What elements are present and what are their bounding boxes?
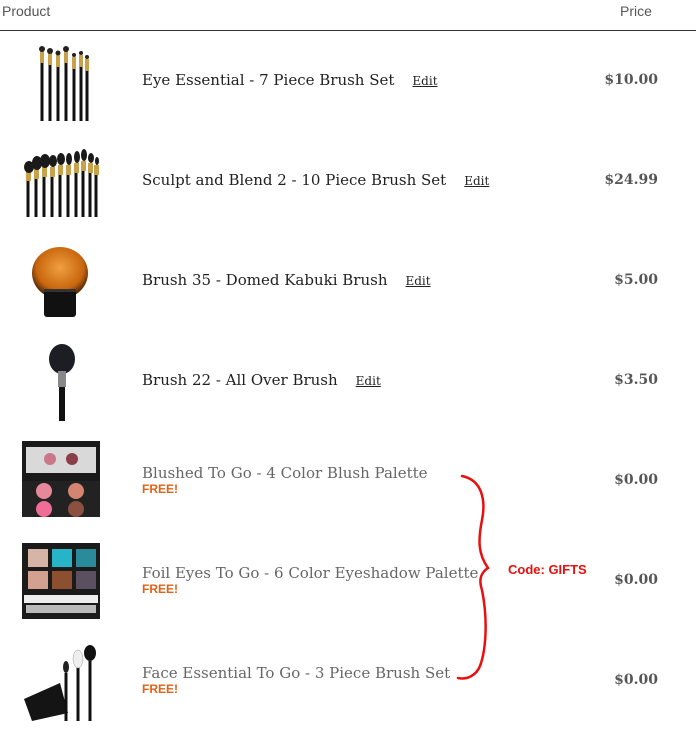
- edit-link[interactable]: Edit: [464, 174, 489, 188]
- product-price: $0.00: [614, 472, 658, 488]
- edit-link[interactable]: Edit: [405, 274, 430, 288]
- product-price: $5.00: [614, 272, 658, 288]
- cart-row: Blushed To Go - 4 Color Blush Palette FR…: [0, 431, 696, 531]
- cart-row: Brush 22 - All Over Brush Edit $3.50: [0, 331, 696, 431]
- product-column-header: Product: [2, 3, 51, 19]
- product-name[interactable]: Foil Eyes To Go - 6 Color Eyeshadow Pale…: [142, 564, 478, 582]
- brush-set-image: [39, 46, 89, 121]
- product-name[interactable]: Brush 35 - Domed Kabuki Brush Edit: [142, 271, 431, 289]
- price-column-header: Price: [620, 3, 652, 19]
- eyeshadow-palette-image: [22, 543, 100, 619]
- brush-set-image: [24, 149, 99, 217]
- cart-row: Face Essential To Go - 3 Piece Brush Set…: [0, 631, 696, 731]
- product-price: $0.00: [614, 672, 658, 688]
- blush-palette-image: [22, 441, 100, 517]
- edit-link[interactable]: Edit: [356, 374, 381, 388]
- curly-brace-annotation: [456, 474, 490, 680]
- brush-kit-image: [24, 645, 96, 721]
- product-name[interactable]: Brush 22 - All Over Brush Edit: [142, 371, 381, 389]
- product-price: $10.00: [604, 72, 658, 88]
- product-price: $24.99: [604, 172, 658, 188]
- promo-code-annotation: Code: GIFTS: [508, 562, 587, 577]
- product-name-link[interactable]: Brush 22 - All Over Brush: [142, 371, 338, 389]
- kabuki-brush-image: [32, 247, 88, 317]
- cart-row: Eye Essential - 7 Piece Brush Set Edit $1…: [0, 31, 696, 131]
- product-name[interactable]: Sculpt and Blend 2 - 10 Piece Brush Set E…: [142, 171, 489, 189]
- free-badge: FREE!: [142, 682, 178, 696]
- cart-row: Brush 35 - Domed Kabuki Brush Edit $5.00: [0, 231, 696, 331]
- product-name[interactable]: Face Essential To Go - 3 Piece Brush Set: [142, 664, 450, 682]
- free-badge: FREE!: [142, 582, 178, 596]
- product-name-link[interactable]: Brush 35 - Domed Kabuki Brush: [142, 271, 387, 289]
- product-price: $3.50: [614, 372, 658, 388]
- product-price: $0.00: [614, 572, 658, 588]
- free-badge: FREE!: [142, 482, 178, 496]
- all-over-brush-image: [49, 344, 75, 421]
- product-name-link[interactable]: Eye Essential - 7 Piece Brush Set: [142, 71, 394, 89]
- product-name[interactable]: Eye Essential - 7 Piece Brush Set Edit: [142, 71, 438, 89]
- edit-link[interactable]: Edit: [412, 74, 437, 88]
- product-name[interactable]: Blushed To Go - 4 Color Blush Palette: [142, 464, 428, 482]
- cart-row: Foil Eyes To Go - 6 Color Eyeshadow Pale…: [0, 531, 696, 631]
- cart-table-header: Product Price: [0, 0, 696, 31]
- cart-row: Sculpt and Blend 2 - 10 Piece Brush Set E…: [0, 131, 696, 231]
- product-name-link[interactable]: Sculpt and Blend 2 - 10 Piece Brush Set: [142, 171, 446, 189]
